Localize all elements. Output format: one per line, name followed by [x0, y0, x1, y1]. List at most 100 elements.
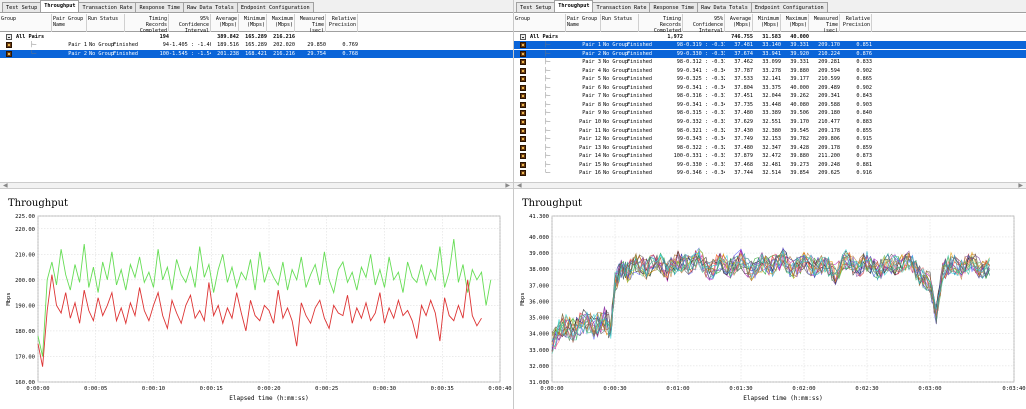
time-cell: 209.625: [818, 170, 840, 177]
average-cell: 37.749: [734, 136, 753, 143]
average-cell: 37.451: [734, 93, 753, 100]
x-tick-label: 0:01:00: [666, 386, 689, 392]
tab-throughput[interactable]: Throughput: [554, 0, 594, 12]
column-header-group[interactable]: Group: [0, 14, 52, 32]
tree-line-icon: ├─: [544, 42, 551, 48]
tab-response-time[interactable]: Response Time: [135, 2, 185, 12]
table-row[interactable]: ├─ Pair 10 No Group Finished 99 -0.332 : -0.3…: [514, 118, 1026, 126]
x-tick-label: 0:00:25: [315, 386, 338, 392]
table-row-all-pairs[interactable]: All Pairs 1,972 746.755 31.583 40.000: [514, 33, 1026, 41]
column-header-confidence[interactable]: 95% Confidence Interval: [683, 14, 725, 32]
average-cell: 37.744: [734, 170, 753, 177]
tab-endpoint-configuration[interactable]: Endpoint Configuration: [750, 2, 828, 12]
tab-raw-data-totals[interactable]: Raw Data Totals: [183, 2, 238, 12]
collapse-group-icon[interactable]: [6, 34, 12, 40]
table-row[interactable]: ├─ Pair 12 No Group Finished 99 -0.343 : -0.3…: [514, 135, 1026, 143]
table-row[interactable]: ├─Pair 5No GroupFinished99-0.325 : -0.32…: [514, 75, 1026, 83]
minimum-cell: 165.289: [245, 42, 267, 48]
scroll-right-icon[interactable]: ▶: [505, 182, 510, 189]
column-header-pair-group-name[interactable]: Pair Group Name: [566, 14, 601, 32]
column-header-maximum[interactable]: Maximum (Mbps): [781, 14, 809, 32]
horizontal-scrollbar[interactable]: ◀ ▶: [0, 182, 513, 189]
y-tick-label: 200.00: [15, 278, 35, 284]
column-header-run-status[interactable]: Run Status: [87, 14, 125, 32]
column-header-minimum[interactable]: Minimum (Mbps): [753, 14, 781, 32]
precision-cell: 0.855: [856, 127, 872, 134]
average-cell: 201.238: [217, 50, 239, 57]
y-tick-label: 220.00: [15, 227, 35, 233]
tab-transaction-rate[interactable]: Transaction Rate: [78, 2, 137, 12]
table-row[interactable]: └─ Pair 16 No Group Finished 99 -0.346 : -0.3…: [514, 169, 1026, 177]
table-row[interactable]: └─ Pair 2 No Group Finished 100 -1.545 : -1.5…: [0, 49, 513, 58]
chart-title: Throughput: [8, 198, 69, 209]
table-row[interactable]: ├─ Pair 15 No Group Finished 99 -0.330 : -0.3…: [514, 161, 1026, 169]
column-header-average[interactable]: Average (Mbps): [725, 14, 753, 32]
scroll-left-icon[interactable]: ◀: [517, 182, 522, 189]
table-row[interactable]: ├─ Pair 11 No Group Finished 98 -0.321 : -0.3…: [514, 127, 1026, 135]
throughput-chart: 31.00032.00033.00034.00035.00036.00037.0…: [520, 214, 1026, 402]
table-row[interactable]: ├─Pair 7No GroupFinished98-0.316 : -0.31…: [514, 92, 1026, 100]
column-header-confidence[interactable]: 95% Confidence Interval: [169, 14, 211, 32]
scroll-right-icon[interactable]: ▶: [1018, 182, 1023, 189]
maximum-cell: 39.782: [790, 136, 809, 143]
minimum-cell: 33.448: [762, 101, 781, 108]
column-header-timing-records[interactable]: Timing Records Completed: [639, 14, 683, 32]
tab-test-setup[interactable]: Test Setup: [2, 2, 42, 12]
table-row[interactable]: ├─ Pair 14 No Group Finished 100 -0.331 : -0.…: [514, 152, 1026, 160]
y-tick-label: 190.00: [15, 303, 35, 309]
pair-icon: [520, 101, 526, 108]
table-row[interactable]: ├─Pair 1No GroupFinished94-1.405 : -1.40…: [0, 41, 513, 49]
column-header-relative-precision[interactable]: Relative Precision: [840, 14, 872, 32]
x-tick-label: 0:02:30: [855, 386, 878, 392]
column-header-maximum[interactable]: Maximum (Mbps): [267, 14, 295, 32]
records-cell: 98: [676, 42, 683, 48]
column-header-average[interactable]: Average (Mbps): [211, 14, 239, 32]
time-cell: 209.281: [818, 59, 840, 66]
tab-raw-data-totals[interactable]: Raw Data Totals: [697, 2, 752, 12]
confidence-cell: -1.405 : -1.405: [169, 42, 211, 48]
column-header-measured-time[interactable]: Measured Time (sec): [295, 14, 326, 32]
column-header-group[interactable]: Group: [514, 14, 566, 32]
table-row[interactable]: ├─ Pair 2 No Group Finished 99 -0.330 : -0.3 3…: [514, 49, 1026, 58]
pair-icon: [520, 153, 526, 160]
average-cell: 37.480: [734, 110, 753, 117]
table-row[interactable]: ├─Pair 4No GroupFinished99-0.341 : -0.34…: [514, 67, 1026, 75]
table-row[interactable]: ├─Pair 6No GroupFinished99-0.341 : -0.34…: [514, 84, 1026, 92]
column-header-timing-records[interactable]: Timing Records Completed: [125, 14, 169, 32]
x-axis-label: Elapsed time (h:mm:ss): [229, 395, 308, 402]
table-row[interactable]: ├─Pair 9No GroupFinished98-0.315 : -0.31…: [514, 109, 1026, 117]
column-header-relative-precision[interactable]: Relative Precision: [326, 14, 358, 32]
minimum-cell: 33.389: [762, 110, 781, 117]
tab-test-setup[interactable]: Test Setup: [516, 2, 556, 12]
confidence-cell: -0.316 : -0.316: [683, 93, 725, 100]
column-header-pair-group-name[interactable]: Pair Group Name: [52, 14, 87, 32]
horizontal-scrollbar[interactable]: ◀ ▶: [514, 182, 1026, 189]
y-tick-label: 39.000: [529, 251, 549, 257]
maximum-cell: 39.331: [790, 42, 809, 48]
table-row[interactable]: ├─Pair 3No GroupFinished98-0.312 : -0.31…: [514, 58, 1026, 66]
precision-cell: 0.840: [856, 110, 872, 117]
tab-throughput[interactable]: Throughput: [40, 0, 80, 12]
confidence-cell: -0.341 : -0.341: [683, 84, 725, 91]
column-header-run-status[interactable]: Run Status: [601, 14, 639, 32]
average-cell: 389.842: [217, 34, 239, 40]
column-header-measured-time[interactable]: Measured Time (sec): [809, 14, 840, 32]
chart-title: Throughput: [522, 198, 583, 209]
x-axis-label: Elapsed time (h:mm:ss): [743, 395, 822, 402]
tab-transaction-rate[interactable]: Transaction Rate: [592, 2, 651, 12]
pair-cell: Pair 9: [582, 110, 601, 117]
maximum-cell: 39.331: [790, 59, 809, 66]
records-cell: 98: [676, 127, 683, 134]
table-row[interactable]: ├─Pair 8No GroupFinished99-0.341 : -0.34…: [514, 101, 1026, 109]
table-row[interactable]: ├─Pair 1No GroupFinished98-0.319 : -0.31…: [514, 41, 1026, 49]
table-row[interactable]: ├─ Pair 13 No Group Finished 98 -0.322 : -0.3…: [514, 144, 1026, 152]
tab-response-time[interactable]: Response Time: [649, 2, 699, 12]
records-cell: 98: [676, 144, 683, 151]
scroll-left-icon[interactable]: ◀: [3, 182, 8, 189]
table-row-all-pairs[interactable]: All Pairs 194 389.842 165.289 216.216: [0, 33, 513, 41]
pair-cell: Pair 8: [582, 101, 601, 108]
column-header-minimum[interactable]: Minimum (Mbps): [239, 14, 267, 32]
maximum-cell: 39.854: [790, 170, 809, 177]
collapse-group-icon[interactable]: [520, 34, 526, 40]
tab-endpoint-configuration[interactable]: Endpoint Configuration: [236, 2, 314, 12]
